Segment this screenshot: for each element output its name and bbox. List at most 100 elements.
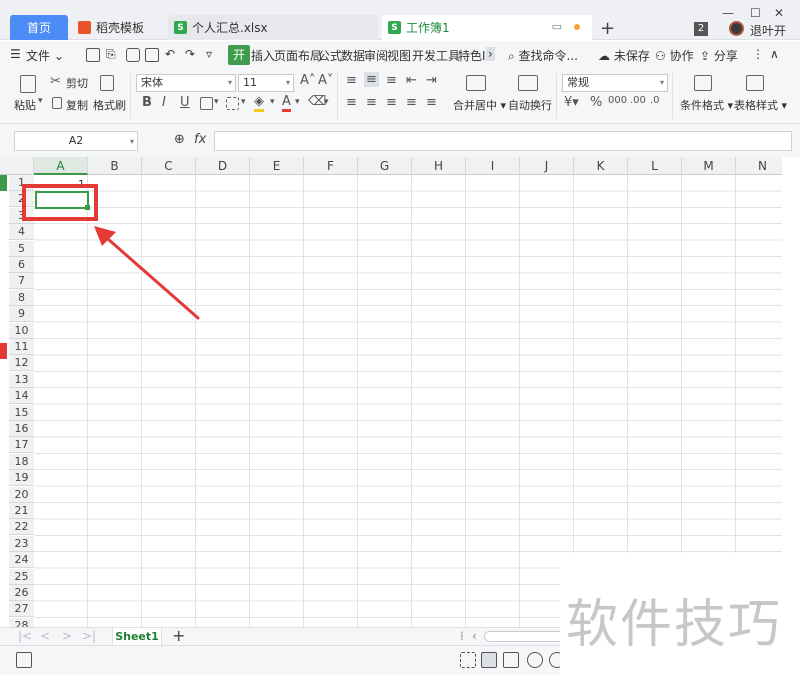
wrap-text-icon[interactable] [518, 75, 538, 91]
row-header-11[interactable]: 11 [9, 339, 34, 355]
sheet-tab-sheet1[interactable]: Sheet1 [112, 628, 162, 646]
menu-dev-tools[interactable]: 开发工具 [412, 47, 460, 64]
menu-review[interactable]: 审阅 [364, 47, 388, 64]
align-top-icon[interactable]: ≡ [346, 73, 357, 88]
format-painter-button[interactable]: 格式刷 [93, 97, 126, 113]
menu-data[interactable]: 数据 [341, 47, 365, 64]
new-tab-button[interactable]: + [600, 18, 615, 39]
column-header-b[interactable]: B [88, 157, 142, 175]
copy-button[interactable]: 复制 [66, 97, 88, 113]
menu-insert[interactable]: 插入 [251, 47, 275, 64]
column-header-j[interactable]: J [520, 157, 574, 175]
row-header-19[interactable]: 19 [9, 470, 34, 487]
font-size-select[interactable]: 11 ▾ [238, 74, 294, 92]
column-header-e[interactable]: E [250, 157, 304, 175]
first-sheet-icon[interactable]: |< [18, 629, 32, 643]
fill-color-dropdown-icon[interactable]: ▾ [270, 97, 275, 107]
align-bottom-icon[interactable]: ≡ [386, 73, 397, 88]
row-header-5[interactable]: 5 [9, 240, 34, 257]
row-header-6[interactable]: 6 [9, 257, 34, 273]
row-header-28[interactable]: 28 [9, 617, 34, 627]
table-style-button[interactable]: 表格样式 ▾ [734, 97, 787, 113]
row-header-25[interactable]: 25 [9, 568, 34, 585]
row-header-15[interactable]: 15 [9, 404, 34, 421]
align-center-icon[interactable]: ≡ [366, 95, 377, 110]
format-painter-icon[interactable] [100, 75, 114, 91]
menu-features[interactable]: 特色I [458, 47, 486, 64]
macro-record-icon[interactable] [16, 652, 32, 668]
tab-workbook[interactable]: S 工作簿1 ▭ [382, 15, 592, 40]
fullscreen-icon[interactable] [460, 652, 476, 668]
percent-icon[interactable]: % [590, 95, 602, 110]
decrease-decimal-icon[interactable]: .0 [650, 95, 660, 106]
menu-scroll-right-icon[interactable]: › [486, 47, 495, 61]
prev-sheet-icon[interactable]: < [40, 629, 50, 643]
wrap-text-button[interactable]: 自动换行 [508, 97, 552, 113]
column-header-h[interactable]: H [412, 157, 466, 175]
indent-increase-icon[interactable]: ⇥ [426, 73, 437, 88]
distributed-align-icon[interactable]: ≡ [426, 95, 437, 110]
number-format-select[interactable]: 常规 ▾ [562, 74, 668, 92]
row-header-12[interactable]: 12 [9, 355, 34, 372]
column-header-f[interactable]: F [304, 157, 358, 175]
insert-function-icon[interactable]: fx [194, 132, 206, 147]
font-color-dropdown-icon[interactable]: ▾ [295, 97, 300, 107]
row-header-9[interactable]: 9 [9, 306, 34, 323]
italic-button[interactable]: I [162, 95, 166, 110]
username[interactable]: 退叶开 [750, 22, 786, 39]
row-header-10[interactable]: 10 [9, 322, 34, 339]
row-header-18[interactable]: 18 [9, 453, 34, 470]
merge-center-icon[interactable] [466, 75, 486, 91]
table-style-icon[interactable] [746, 75, 764, 91]
paste-icon[interactable] [20, 75, 36, 93]
screen-icon[interactable]: ▭ [552, 20, 562, 33]
select-all-corner[interactable] [9, 157, 34, 175]
align-justify-icon[interactable]: ≡ [406, 95, 417, 110]
font-color-icon[interactable]: A [282, 94, 291, 112]
column-header-k[interactable]: K [574, 157, 628, 175]
underline-button[interactable]: U [180, 95, 190, 110]
increase-font-icon[interactable]: A˄ [300, 73, 315, 88]
row-header-20[interactable]: 20 [9, 486, 34, 503]
scroll-left-icon[interactable]: ‹ [472, 629, 477, 643]
currency-icon[interactable]: ¥▾ [564, 95, 579, 110]
row-header-8[interactable]: 8 [9, 289, 34, 306]
increase-decimal-icon[interactable]: .00 [630, 95, 646, 106]
quick-access-dropdown-icon[interactable]: ▿ [206, 47, 212, 61]
conditional-format-icon[interactable] [694, 75, 712, 91]
save-icon[interactable] [86, 48, 100, 62]
tab-daoke-templates[interactable]: 稻壳模板 [72, 15, 162, 40]
window-count-badge[interactable]: 2 [694, 22, 708, 36]
cut-button[interactable]: 剪切 [66, 75, 88, 91]
column-header-c[interactable]: C [142, 157, 196, 175]
print-icon[interactable] [126, 48, 140, 62]
row-header-17[interactable]: 17 [9, 437, 34, 454]
menu-start[interactable]: 开始 [228, 45, 250, 82]
menu-view[interactable]: 视图 [387, 47, 411, 64]
share-button[interactable]: ⇪ 分享 [700, 47, 738, 64]
maximize-icon[interactable]: ☐ [750, 6, 761, 20]
borders-dropdown-icon[interactable]: ▾ [214, 97, 219, 107]
bold-button[interactable]: B [142, 95, 152, 110]
print-preview-icon[interactable] [145, 48, 159, 62]
formula-input[interactable] [214, 131, 792, 151]
decrease-font-icon[interactable]: A˅ [318, 73, 333, 88]
cloud-unsaved[interactable]: ☁ 未保存 [598, 47, 650, 64]
reading-mode-icon[interactable] [527, 652, 543, 668]
undo-icon[interactable]: ↶ [165, 47, 175, 61]
column-header-d[interactable]: D [196, 157, 250, 175]
tab-split-handle[interactable]: ⁞ [460, 629, 464, 643]
align-right-icon[interactable]: ≡ [386, 95, 397, 110]
page-break-view-icon[interactable] [503, 652, 519, 668]
next-sheet-icon[interactable]: > [62, 629, 72, 643]
indent-decrease-icon[interactable]: ⇤ [406, 73, 417, 88]
row-header-13[interactable]: 13 [9, 371, 34, 388]
normal-view-icon[interactable] [481, 652, 497, 668]
hamburger-icon[interactable]: ☰ [10, 47, 21, 61]
close-icon[interactable]: ✕ [774, 6, 784, 20]
row-header-22[interactable]: 22 [9, 519, 34, 536]
align-middle-icon[interactable]: ≡ [364, 72, 379, 87]
search-command[interactable]: ⌕ 查找命令... [508, 47, 578, 64]
align-left-icon[interactable]: ≡ [346, 95, 357, 110]
zoom-formula-icon[interactable]: ⊕ [174, 132, 185, 147]
